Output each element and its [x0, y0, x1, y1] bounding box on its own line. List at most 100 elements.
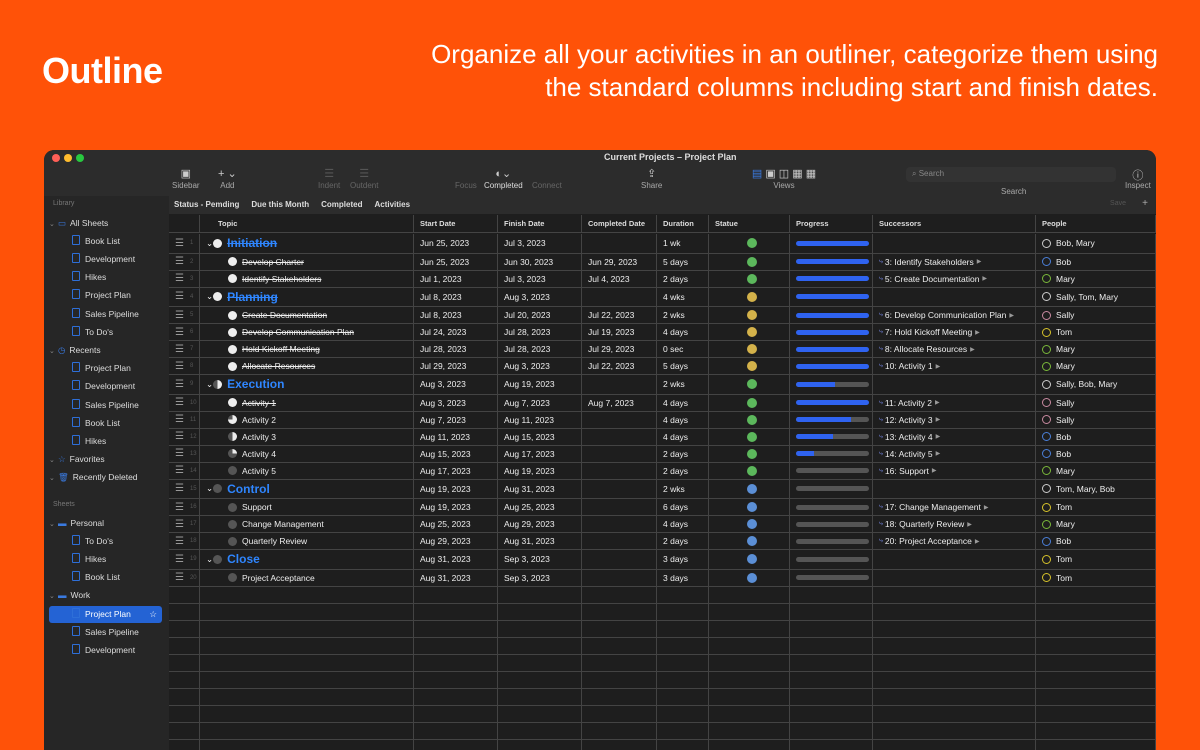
- sidebar-item[interactable]: ⌄ ◷ Recents: [49, 342, 162, 359]
- zoom-window-button[interactable]: [76, 154, 84, 162]
- topic-text[interactable]: Initiation: [227, 236, 277, 250]
- successor-link[interactable]: 11: Activity 2: [885, 398, 932, 408]
- row-handle-cell[interactable]: ☰ 19: [169, 550, 200, 569]
- status-dot[interactable]: [747, 273, 757, 284]
- column-header[interactable]: Successors: [873, 215, 1036, 232]
- table-row[interactable]: ☰ 17 Change Management Aug 25, 2023 Aug 29, …: [169, 516, 1156, 533]
- chevron-right-icon[interactable]: ▶: [936, 433, 941, 440]
- completed-toggle[interactable]: ◐⌄ Completed: [484, 167, 523, 190]
- save-button[interactable]: Save: [1110, 200, 1126, 207]
- status-dot[interactable]: [747, 502, 757, 512]
- successor-link[interactable]: 20: Project Acceptance: [885, 536, 972, 546]
- row-handle-cell[interactable]: ☰ 17: [169, 516, 200, 532]
- connect-button[interactable]: Connect: [532, 167, 562, 190]
- add-button[interactable]: + ⌄ Add: [218, 167, 237, 190]
- inspect-button[interactable]: ⓘ Inspect: [1125, 167, 1151, 190]
- status-dot[interactable]: [747, 572, 757, 583]
- row-handle-cell[interactable]: ☰ 6: [169, 324, 200, 340]
- table-row[interactable]: ☰ 12 Activity 3 Aug 11, 2023 Aug 15, 2023 4 d…: [169, 428, 1156, 446]
- sidebar-item[interactable]: Project Plan: [49, 360, 162, 377]
- filter-tab[interactable]: Due this Month: [251, 200, 309, 209]
- successor-link[interactable]: 16: Support: [885, 466, 929, 476]
- sidebar-item[interactable]: Hikes: [49, 551, 162, 568]
- chevron-down-icon[interactable]: ⌄: [49, 216, 58, 233]
- column-header[interactable]: Finish Date: [498, 215, 582, 232]
- sidebar-item[interactable]: Book List: [49, 569, 162, 586]
- row-handle-cell[interactable]: ☰ 3: [169, 270, 200, 287]
- successor-link[interactable]: 14: Activity 5: [885, 449, 933, 459]
- row-handle-cell[interactable]: ☰ 16: [169, 499, 200, 515]
- row-handle-cell[interactable]: ☰ 2: [169, 253, 200, 270]
- topic-text[interactable]: Execution: [227, 377, 284, 391]
- chevron-right-icon[interactable]: ▶: [982, 275, 987, 282]
- sidebar-item[interactable]: Hikes: [49, 433, 162, 450]
- row-handle-cell[interactable]: ☰ 8: [169, 358, 200, 374]
- drag-handle-icon[interactable]: ☰: [175, 554, 184, 565]
- topic-text[interactable]: Identify Stakeholders: [242, 274, 321, 284]
- sidebar-item[interactable]: Sales Pipeline: [49, 306, 162, 323]
- column-header[interactable]: Start Date: [414, 215, 498, 232]
- chevron-right-icon[interactable]: ▶: [936, 450, 941, 457]
- focus-button[interactable]: Focus: [455, 167, 477, 190]
- chevron-right-icon[interactable]: ▶: [935, 399, 940, 406]
- topic-text[interactable]: Change Management: [242, 519, 324, 529]
- successor-link[interactable]: 8: Allocate Resources: [885, 344, 967, 354]
- status-dot[interactable]: [747, 431, 757, 442]
- topic-text[interactable]: Activity 5: [242, 466, 276, 476]
- sidebar-item[interactable]: To Do's: [49, 324, 162, 341]
- share-button[interactable]: ⇪ Share: [641, 167, 662, 190]
- row-handle-cell[interactable]: ☰ 18: [169, 533, 200, 549]
- drag-handle-icon[interactable]: ☰: [175, 344, 184, 355]
- topic-text[interactable]: Support: [242, 502, 272, 512]
- chevron-right-icon[interactable]: ▶: [984, 504, 989, 511]
- drag-handle-icon[interactable]: ☰: [175, 519, 184, 530]
- row-handle-cell[interactable]: ☰ 13: [169, 445, 200, 462]
- topic-text[interactable]: Project Acceptance: [242, 573, 315, 583]
- sidebar-item[interactable]: ⌄ ▬ Personal: [49, 515, 162, 532]
- chevron-down-icon[interactable]: ⌄: [206, 379, 213, 390]
- table-row[interactable]: ☰ 2 Develop Charter Jun 25, 2023 Jun 30, 202…: [169, 253, 1156, 271]
- minimize-window-button[interactable]: [64, 154, 72, 162]
- drag-handle-icon[interactable]: ☰: [175, 238, 184, 249]
- successor-link[interactable]: 6: Develop Communication Plan: [885, 310, 1006, 320]
- chevron-right-icon[interactable]: ▶: [1009, 312, 1014, 319]
- status-dot[interactable]: [747, 554, 757, 565]
- table-row[interactable]: ☰ 13 Activity 4 Aug 15, 2023 Aug 17, 2023 2 d…: [169, 445, 1156, 463]
- successor-link[interactable]: 7: Hold Kickoff Meeting: [885, 327, 972, 337]
- drag-handle-icon[interactable]: ☰: [175, 502, 184, 513]
- topic-text[interactable]: Activity 2: [242, 415, 276, 425]
- drag-handle-icon[interactable]: ☰: [175, 361, 184, 372]
- drag-handle-icon[interactable]: ☰: [175, 431, 184, 442]
- search-input[interactable]: ⌕ Search: [906, 167, 1116, 182]
- drag-handle-icon[interactable]: ☰: [175, 465, 184, 476]
- sidebar-item[interactable]: Book List: [49, 415, 162, 432]
- sidebar-item[interactable]: Sales Pipeline: [49, 624, 162, 641]
- chevron-right-icon[interactable]: ▶: [977, 258, 982, 265]
- table-row[interactable]: ☰ 14 Activity 5 Aug 17, 2023 Aug 19, 2023 2 d…: [169, 462, 1156, 480]
- sidebar-item[interactable]: To Do's: [49, 533, 162, 550]
- chevron-down-icon[interactable]: ⌄: [206, 483, 213, 494]
- filter-tab[interactable]: Status - Pemding: [174, 200, 239, 209]
- successor-link[interactable]: 10: Activity 1: [885, 361, 933, 371]
- drag-handle-icon[interactable]: ☰: [175, 536, 184, 547]
- column-header[interactable]: Duration: [657, 215, 709, 232]
- topic-text[interactable]: Planning: [227, 290, 278, 304]
- status-dot[interactable]: [747, 291, 757, 302]
- table-row[interactable]: ☰ 6 Develop Communication Plan Jul 24, 2023…: [169, 324, 1156, 341]
- row-handle-cell[interactable]: ☰ 4: [169, 287, 200, 306]
- chevron-down-icon[interactable]: ⌄: [49, 343, 58, 360]
- filter-tab[interactable]: Completed: [321, 200, 362, 209]
- row-handle-cell[interactable]: ☰ 9: [169, 375, 200, 394]
- chevron-down-icon[interactable]: ⌄: [49, 516, 58, 533]
- table-row[interactable]: ☰ 16 Support Aug 19, 2023 Aug 25, 2023 6 days…: [169, 499, 1156, 516]
- table-row[interactable]: ☰ 15 ⌄ Control Aug 19, 2023 Aug 31, 2023 2 wk…: [169, 479, 1156, 499]
- column-header[interactable]: Statue: [709, 215, 790, 232]
- star-icon[interactable]: ☆: [149, 606, 157, 623]
- row-handle-cell[interactable]: ☰ 7: [169, 341, 200, 357]
- chevron-right-icon[interactable]: ▶: [970, 346, 975, 353]
- topic-text[interactable]: Quarterly Review: [242, 536, 307, 546]
- table-row[interactable]: ☰ 8 Allocate Resources Jul 29, 2023 Aug 3, 2…: [169, 358, 1156, 375]
- successor-link[interactable]: 17: Change Management: [885, 502, 981, 512]
- sidebar-item[interactable]: ⌄ ▭ All Sheets: [49, 215, 162, 232]
- topic-text[interactable]: Control: [227, 482, 270, 496]
